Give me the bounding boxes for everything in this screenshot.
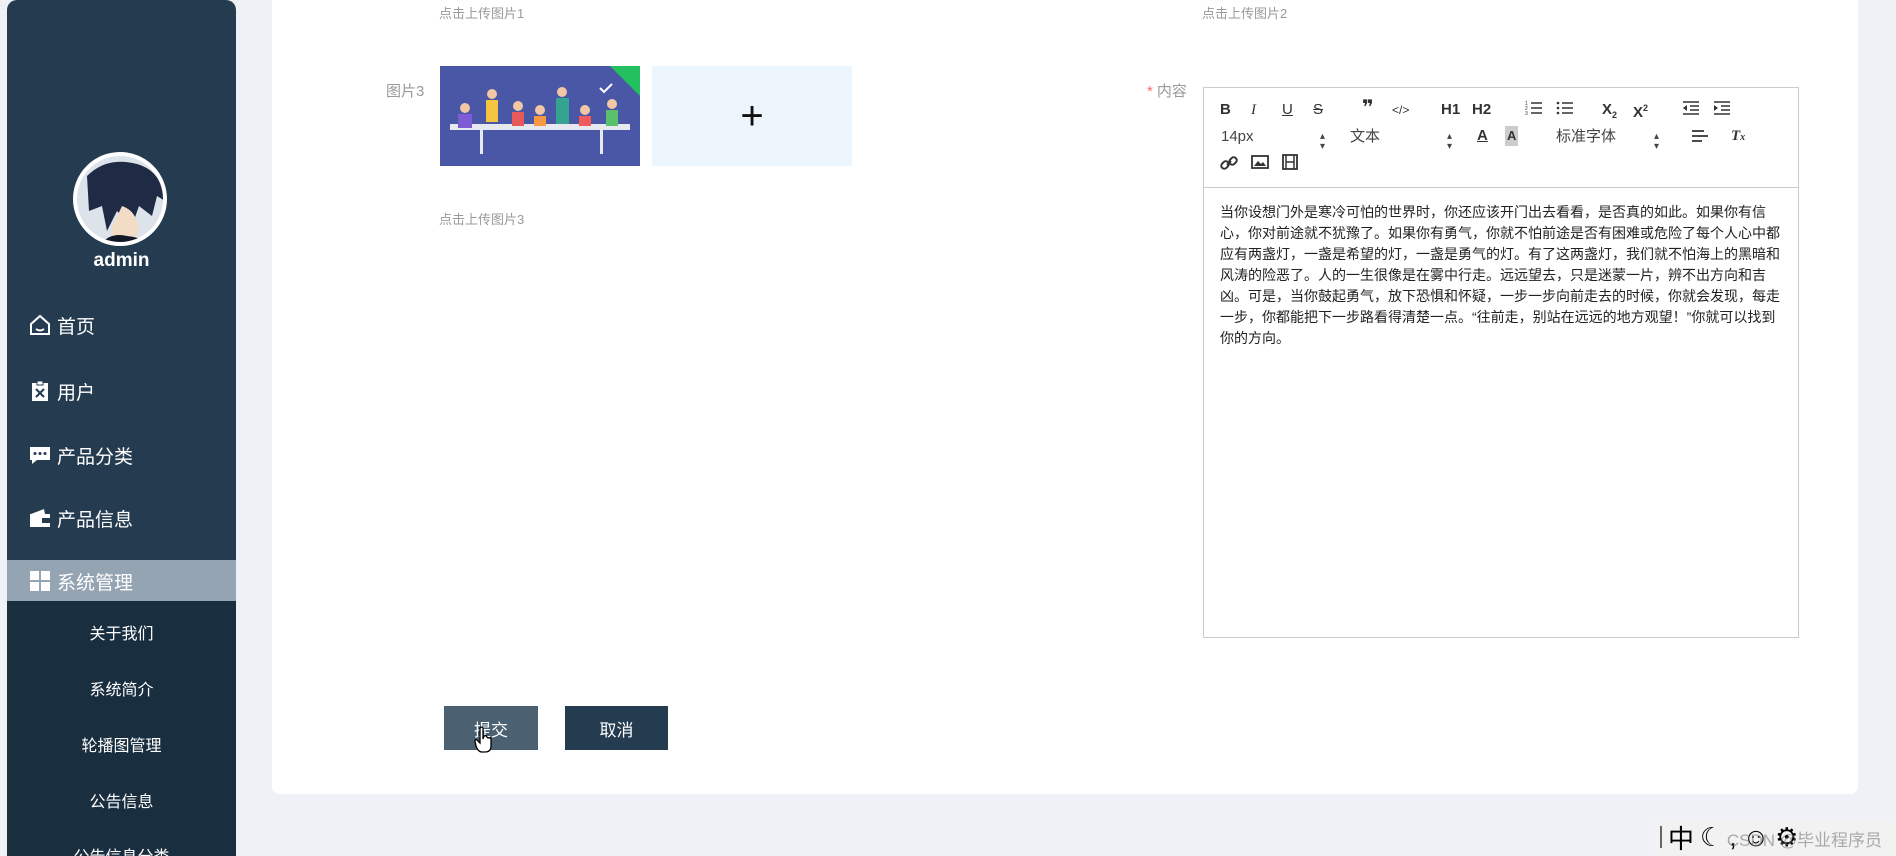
nav-product-info[interactable]: 产品信息: [7, 497, 236, 539]
upload-hint-2: 点击上传图片2: [1202, 6, 1288, 21]
selected-corner-badge: [610, 66, 640, 96]
background-color-icon[interactable]: A: [1505, 126, 1519, 146]
nav-system-management[interactable]: 系统管理: [7, 560, 236, 602]
code-block-icon[interactable]: </>: [1392, 100, 1409, 120]
font-size-select[interactable]: 14px ▴ ▾: [1221, 127, 1333, 152]
nav-user-label: 用户: [57, 382, 96, 404]
nav-product-info-label: 产品信息: [57, 509, 134, 531]
font-family-select[interactable]: 标准字体 ▴ ▾: [1556, 127, 1666, 152]
username: admin: [93, 250, 150, 271]
editor-content[interactable]: 当你设想门外是寒冷可怕的世界时，你还应该开门出去看看，是否真的如此。如果你有信心…: [1204, 188, 1798, 363]
required-mark: *: [1147, 83, 1153, 100]
avatar[interactable]: [73, 152, 167, 246]
select-caret-icon: ▴ ▾: [1447, 131, 1453, 152]
hand-cursor-icon: [474, 726, 494, 754]
align-icon[interactable]: [1691, 128, 1709, 150]
moon-icon[interactable]: ☾: [1700, 822, 1723, 853]
outdent-icon[interactable]: [1682, 100, 1700, 122]
text-type-select[interactable]: 文本 ▴ ▾: [1350, 127, 1460, 152]
submenu-notice-info[interactable]: 公告信息: [7, 788, 236, 812]
text-type-value: 文本: [1350, 128, 1381, 145]
avatar-image: [77, 156, 163, 242]
nav-system-management-label: 系统管理: [57, 572, 134, 594]
bold-icon[interactable]: B: [1220, 100, 1231, 120]
font-color-icon[interactable]: A: [1477, 126, 1488, 146]
ordered-list-icon[interactable]: 123: [1525, 100, 1543, 122]
chat-icon: [27, 442, 53, 468]
nav-user[interactable]: 用户: [7, 370, 236, 412]
subscript-icon[interactable]: X2: [1602, 100, 1617, 125]
font-family-value: 标准字体: [1556, 128, 1617, 145]
csdn-watermark: CSDN @毕业程序员: [1726, 831, 1882, 850]
underline-icon[interactable]: U: [1282, 100, 1293, 120]
upload-hint-1: 点击上传图片1: [439, 6, 525, 21]
strikethrough-icon[interactable]: S: [1313, 100, 1323, 120]
link-icon[interactable]: [1220, 154, 1238, 178]
nav-home[interactable]: 首页: [7, 304, 236, 346]
superscript-icon[interactable]: X2: [1633, 98, 1648, 123]
upload-hint-3: 点击上传图片3: [439, 212, 525, 227]
clipboard-x-icon: [27, 378, 53, 404]
indent-icon[interactable]: [1713, 100, 1731, 122]
editor-toolbar: B I U S ❞ </> H1 H2 123 X2 X2 14px ▴ ▾ 文本…: [1204, 88, 1798, 188]
select-caret-icon: ▴ ▾: [1320, 131, 1326, 152]
italic-icon[interactable]: I: [1251, 100, 1256, 120]
font-size-value: 14px: [1221, 128, 1254, 145]
svg-text:3: 3: [1525, 111, 1528, 116]
clear-format-icon[interactable]: Tx: [1731, 126, 1745, 148]
grid-icon: [27, 568, 53, 594]
plus-icon: +: [740, 93, 764, 138]
home-icon: [27, 312, 53, 338]
upload-image-3-button[interactable]: +: [652, 66, 852, 166]
wallet-icon: [27, 505, 53, 531]
nav-home-label: 首页: [57, 316, 96, 338]
cancel-button[interactable]: 取消: [565, 706, 668, 750]
nav-product-category-label: 产品分类: [57, 446, 134, 468]
rich-text-editor: B I U S ❞ </> H1 H2 123 X2 X2 14px ▴ ▾ 文本…: [1203, 87, 1799, 638]
uploaded-image-3[interactable]: [440, 66, 640, 166]
blockquote-icon[interactable]: ❞: [1362, 98, 1374, 118]
submenu-system-intro[interactable]: 系统简介: [7, 676, 236, 700]
image3-label: 图片3: [386, 83, 425, 100]
ime-divider: [1660, 826, 1662, 848]
heading2-icon[interactable]: H2: [1472, 100, 1491, 120]
heading1-icon[interactable]: H1: [1441, 100, 1460, 120]
ime-chinese-mode[interactable]: 中: [1668, 819, 1694, 856]
select-caret-icon: ▴ ▾: [1654, 131, 1660, 152]
submenu-notice-category[interactable]: 公告信息分类: [7, 843, 236, 856]
submenu-about-us[interactable]: 关于我们: [7, 620, 236, 644]
sidebar: admin 首页 用户 产品分类 产品信息 系统管理 关于我们 系统简介 轮播图…: [7, 0, 236, 856]
content-label: * 内容: [1147, 80, 1187, 101]
submenu-carousel-management[interactable]: 轮播图管理: [7, 732, 236, 756]
content-label-text: 内容: [1156, 83, 1187, 100]
system-submenu: 关于我们 系统简介 轮播图管理 公告信息 公告信息分类: [7, 601, 236, 856]
image-icon[interactable]: [1251, 154, 1269, 176]
bullet-list-icon[interactable]: [1556, 100, 1574, 122]
nav-product-category[interactable]: 产品分类: [7, 434, 236, 476]
video-icon[interactable]: [1282, 154, 1298, 176]
